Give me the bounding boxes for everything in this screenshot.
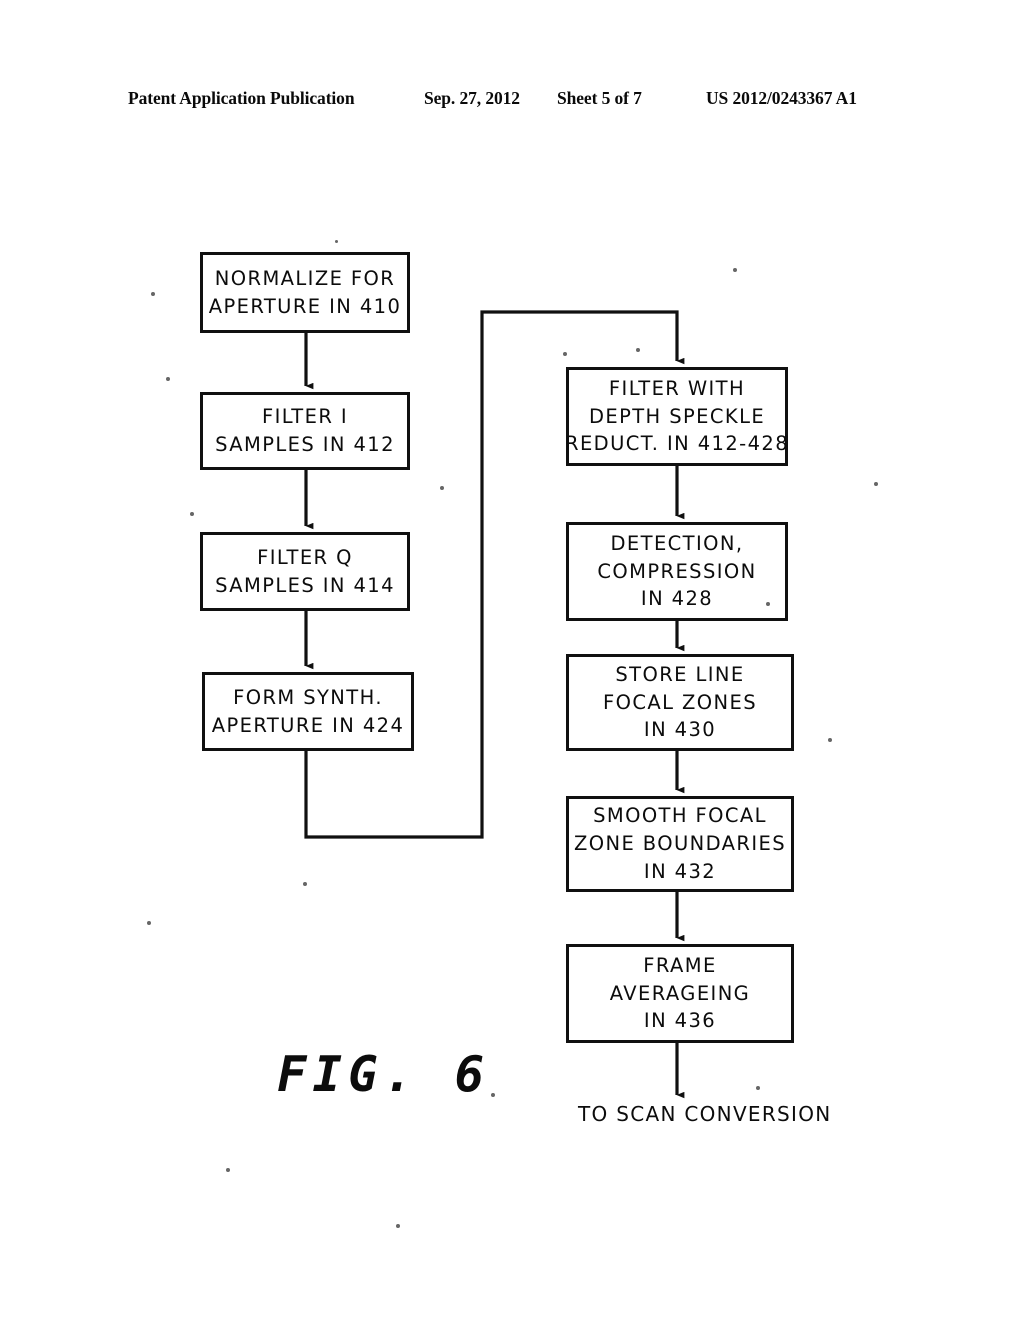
flow-box-form-synth-line2: APERTURE IN 424	[211, 713, 405, 737]
flow-box-detection-line1: DETECTION,	[610, 531, 744, 555]
scan-speck	[396, 1224, 400, 1228]
scan-speck	[828, 738, 832, 742]
scan-speck	[151, 292, 155, 296]
scan-speck	[166, 377, 170, 381]
flow-box-frame-avg-line2: AVERAGEING	[609, 981, 751, 1005]
flowchart-connectors	[304, 310, 685, 1099]
figure-caption: FIG. 6	[277, 1046, 491, 1103]
scan-speck	[756, 1086, 760, 1090]
flow-box-filter-depth-line3: REDUCT. IN 412-428	[565, 432, 789, 456]
flow-box-filter-i-line2: SAMPLES IN 412	[215, 433, 395, 456]
scan-speck	[226, 1168, 230, 1172]
flow-box-normalize: NORMALIZE FOR APERTURE IN 410	[200, 252, 410, 333]
scan-speck	[190, 512, 194, 516]
scan-speck	[303, 882, 307, 886]
flow-box-smooth-focal-zone-boundaries: SMOOTH FOCAL ZONE BOUNDARIES IN 432	[566, 796, 794, 892]
flow-box-frame-avg-line1: FRAME	[643, 953, 717, 977]
flow-box-filter-q-line1: FILTER Q	[257, 545, 353, 569]
scan-speck	[766, 602, 770, 606]
scan-speck	[335, 240, 338, 243]
scan-speck	[440, 486, 444, 490]
flow-box-form-synth-line1: FORM SYNTH.	[233, 685, 383, 709]
to-scan-conversion-label: TO SCAN CONVERSION	[578, 1102, 832, 1126]
flow-box-filter-depth-line1: FILTER WITH	[608, 376, 746, 400]
scan-speck	[874, 482, 878, 486]
scan-speck	[563, 352, 567, 356]
flow-box-normalize-line1: NORMALIZE FOR	[214, 266, 396, 290]
scan-speck	[491, 1093, 495, 1097]
flow-box-frame-avg-line3: IN 436	[643, 1009, 717, 1033]
scan-speck	[733, 268, 737, 272]
flow-box-filter-i-line1: FILTER I	[261, 405, 349, 429]
flow-box-detection-line2: COMPRESSION	[597, 559, 757, 583]
flow-box-filter-i: FILTER I SAMPLES IN 412	[200, 392, 410, 470]
scan-speck	[147, 921, 151, 925]
flow-box-filter-depth-line2: DEPTH SPECKLE	[588, 404, 766, 428]
figure-drawing: NORMALIZE FOR APERTURE IN 410 FILTER I S…	[0, 0, 1024, 1320]
flow-box-frame-averageing: FRAME AVERAGEING IN 436	[566, 944, 794, 1043]
flow-box-smooth-focal-line1: SMOOTH FOCAL	[593, 804, 767, 828]
flow-box-detection-line3: IN 428	[640, 587, 714, 611]
flow-box-smooth-focal-line3: IN 432	[643, 859, 717, 883]
flow-box-normalize-line2: APERTURE IN 410	[208, 294, 402, 318]
flow-box-filter-q-line2: SAMPLES IN 414	[215, 573, 395, 597]
flow-box-form-synth: FORM SYNTH. APERTURE IN 424	[202, 672, 414, 751]
flow-box-detection-compression: DETECTION, COMPRESSION IN 428	[566, 522, 788, 621]
flow-box-store-line-focal-zones: STORE LINE FOCAL ZONES IN 430	[566, 654, 794, 751]
flow-box-smooth-focal-line2: ZONE BOUNDARIES	[573, 832, 787, 856]
flow-box-store-line-line2: FOCAL ZONES	[603, 690, 757, 714]
flow-box-store-line-line3: IN 430	[643, 718, 717, 742]
flow-box-filter-q: FILTER Q SAMPLES IN 414	[200, 532, 410, 611]
flow-box-store-line-line1: STORE LINE	[615, 662, 745, 686]
flow-box-filter-with-depth-speckle: FILTER WITH DEPTH SPECKLE REDUCT. IN 412…	[565, 367, 789, 466]
scan-speck	[636, 348, 640, 352]
